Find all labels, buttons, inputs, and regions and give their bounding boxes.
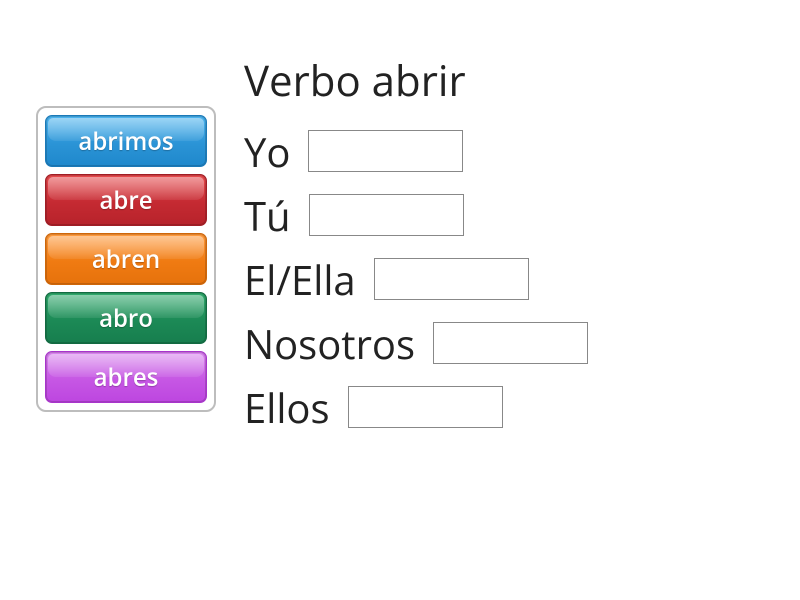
tile-label: abro (99, 302, 153, 335)
conjugation-row: Yo (244, 119, 588, 183)
drop-slot-tu[interactable] (309, 194, 464, 236)
drop-slot-el-ella[interactable] (374, 258, 529, 300)
tile-label: abres (94, 361, 159, 394)
pronoun-label: Nosotros (244, 316, 415, 371)
exercise-title: Verbo abrir (244, 52, 588, 109)
conjugation-row: Nosotros (244, 311, 588, 375)
activity-stage: abrimos abre abren abro abres Verbo abri… (0, 0, 800, 600)
tile-abre[interactable]: abre (45, 174, 207, 226)
word-bank-panel: abrimos abre abren abro abres (36, 106, 216, 412)
drop-slot-nosotros[interactable] (433, 322, 588, 364)
tile-abres[interactable]: abres (45, 351, 207, 403)
drop-slot-ellos[interactable] (348, 386, 503, 428)
conjugation-row: Tú (244, 183, 588, 247)
pronoun-label: Ellos (244, 380, 330, 435)
conjugation-row: El/Ella (244, 247, 588, 311)
pronoun-label: Yo (244, 124, 290, 179)
exercise-content: Verbo abrir Yo Tú El/Ella Nosotros Ellos (244, 52, 588, 439)
tile-label: abrimos (78, 125, 173, 158)
tile-abro[interactable]: abro (45, 292, 207, 344)
tile-abren[interactable]: abren (45, 233, 207, 285)
pronoun-label: El/Ella (244, 252, 356, 307)
pronoun-label: Tú (244, 188, 291, 243)
drop-slot-yo[interactable] (308, 130, 463, 172)
conjugation-row: Ellos (244, 375, 588, 439)
tile-label: abre (99, 184, 152, 217)
tile-abrimos[interactable]: abrimos (45, 115, 207, 167)
tile-label: abren (92, 243, 160, 276)
